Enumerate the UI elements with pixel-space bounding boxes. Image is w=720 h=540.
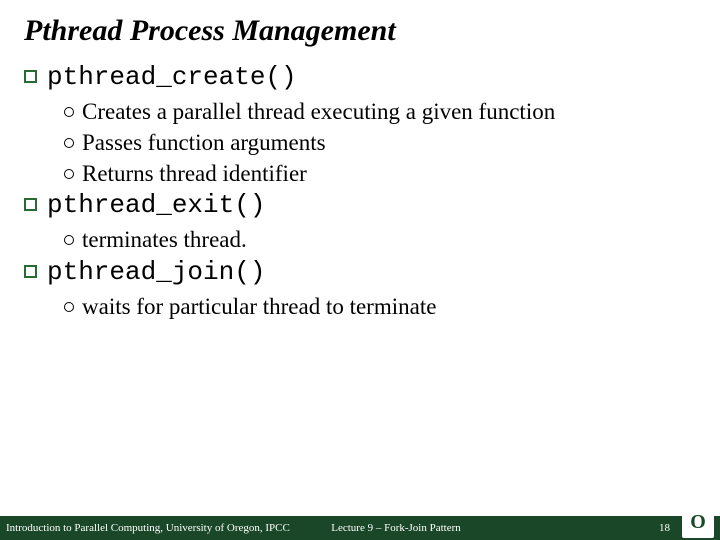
circle-bullet-icon (64, 235, 74, 245)
footer-page-number: 18 (659, 522, 670, 534)
body-text: Creates a parallel thread executing a gi… (82, 98, 555, 127)
bullet-l2: terminates thread. (64, 226, 696, 255)
oregon-logo-icon: O (682, 506, 714, 538)
square-bullet-icon (24, 70, 37, 83)
footer-left-text: Introduction to Parallel Computing, Univ… (0, 522, 290, 534)
footer-bar: Introduction to Parallel Computing, Univ… (0, 516, 720, 540)
body-text: waits for particular thread to terminate (82, 293, 436, 322)
slide-body: Pthread Process Management pthread_creat… (0, 0, 720, 322)
code-text: pthread_join() (47, 257, 265, 287)
square-bullet-icon (24, 265, 37, 278)
code-text: pthread_exit() (47, 190, 265, 220)
body-text: terminates thread. (82, 226, 247, 255)
footer-center-text: Lecture 9 – Fork-Join Pattern (331, 522, 461, 534)
bullet-l2: Passes function arguments (64, 129, 696, 158)
circle-bullet-icon (64, 169, 74, 179)
bullet-l2: waits for particular thread to terminate (64, 293, 696, 322)
bullet-l1: pthread_exit() (24, 190, 696, 220)
bullet-l2: Returns thread identifier (64, 160, 696, 189)
circle-bullet-icon (64, 138, 74, 148)
circle-bullet-icon (64, 302, 74, 312)
bullet-l1: pthread_create() (24, 62, 696, 92)
slide-title: Pthread Process Management (24, 14, 696, 48)
body-text: Returns thread identifier (82, 160, 307, 189)
body-text: Passes function arguments (82, 129, 326, 158)
circle-bullet-icon (64, 107, 74, 117)
logo-letter: O (690, 511, 706, 534)
bullet-l2: Creates a parallel thread executing a gi… (64, 98, 696, 127)
code-text: pthread_create() (47, 62, 297, 92)
bullet-l1: pthread_join() (24, 257, 696, 287)
square-bullet-icon (24, 198, 37, 211)
